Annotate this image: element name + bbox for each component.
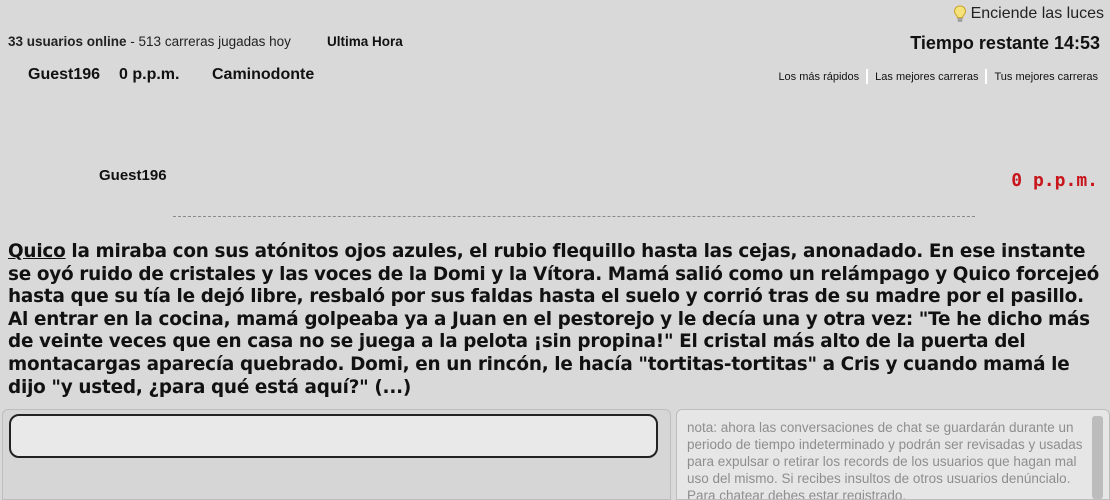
typing-text: Quico la miraba con sus atónitos ojos az… (8, 241, 1102, 399)
time-remaining: Tiempo restante 14:53 (910, 33, 1100, 53)
player-name: Guest196 (28, 66, 101, 83)
lightbulb-icon (953, 5, 967, 23)
typing-input[interactable] (9, 414, 658, 458)
news-link[interactable]: Ultima Hora (327, 34, 403, 49)
typing-area (2, 409, 671, 500)
chat-note: nota: ahora las conversaciones de chat s… (687, 420, 1083, 500)
races-today: - 513 carreras jugadas hoy (126, 34, 291, 49)
link-your-best-races[interactable]: Tus mejores carreras (987, 71, 1098, 83)
lights-toggle[interactable]: Enciende las luces (953, 5, 1104, 23)
track-line (173, 216, 975, 217)
link-best-races[interactable]: Las mejores carreras (868, 71, 985, 83)
track-player-name: Guest196 (99, 167, 167, 184)
chat-panel: nota: ahora las conversaciones de chat s… (676, 409, 1110, 500)
site-stats: 33 usuarios online - 513 carreras jugada… (8, 34, 291, 49)
player-ppm: 0 p.p.m. (119, 66, 180, 83)
link-fastest[interactable]: Los más rápidos (771, 71, 866, 83)
users-online: 33 usuarios online (8, 34, 127, 49)
chat-scrollbar[interactable] (1092, 416, 1103, 499)
player-info-row: Guest196 0 p.p.m. Caminodonte (28, 66, 314, 84)
current-word: Quico (8, 241, 66, 262)
text-author: Caminodonte (212, 66, 315, 83)
ranking-links: Los más rápidos Las mejores carreras Tus… (771, 69, 1098, 84)
lights-label: Enciende las luces (970, 5, 1104, 22)
top-bar: Enciende las luces 33 usuarios online - … (0, 0, 1110, 84)
remaining-text: la miraba con sus atónitos ojos azules, … (8, 241, 1100, 398)
track-speed: 0 p.p.m. (1011, 170, 1098, 191)
race-track: Guest196 0 p.p.m. (0, 160, 1110, 220)
